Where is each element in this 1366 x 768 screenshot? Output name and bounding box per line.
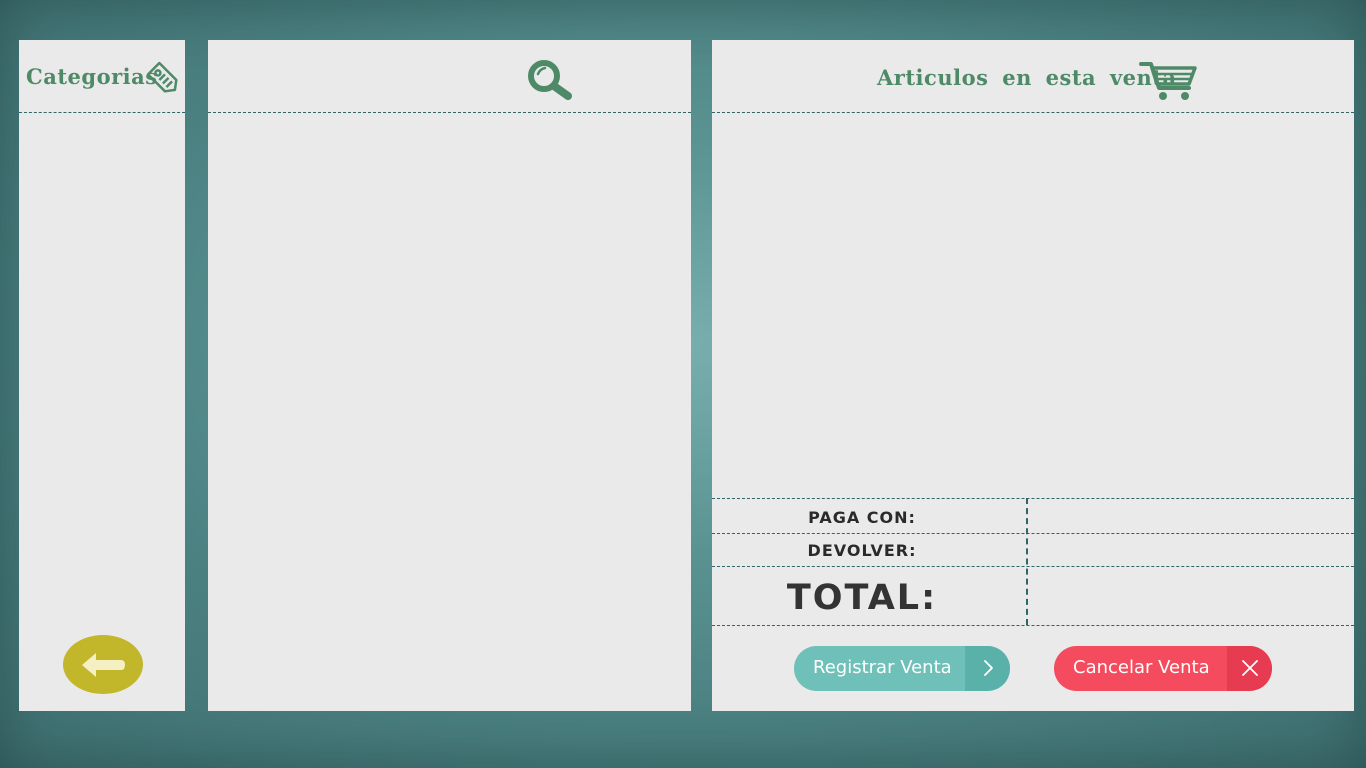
devolver-row: DEVOLVER: [712, 533, 1354, 567]
sale-title: Articulos en esta venta [877, 65, 1177, 90]
paga-con-label: PAGA CON: [808, 508, 916, 527]
summary-divider [1026, 498, 1028, 625]
categories-title: Categorias [26, 64, 158, 89]
paga-con-row: PAGA CON: [712, 498, 1354, 533]
shopping-cart-icon [1139, 62, 1197, 100]
devolver-label: DEVOLVER: [807, 541, 917, 560]
sale-panel: Articulos en esta venta PAGA CON: DEVOLV… [712, 40, 1354, 711]
chevron-right-icon [984, 660, 993, 676]
categories-panel: Categorias [19, 40, 185, 711]
price-tag-icon [147, 61, 178, 93]
register-sale-tail [965, 646, 1010, 691]
register-sale-button[interactable]: Registrar Venta [794, 646, 1010, 691]
arrow-left-icon [82, 653, 125, 677]
categories-header: Categorias [19, 40, 185, 113]
search-icon[interactable] [523, 58, 577, 102]
products-panel [208, 40, 691, 711]
cancel-sale-button[interactable]: Cancelar Venta [1054, 646, 1272, 691]
total-label: TOTAL: [786, 578, 938, 618]
sale-header: Articulos en esta venta [712, 40, 1354, 113]
register-sale-label: Registrar Venta [813, 657, 952, 678]
cancel-sale-tail [1227, 646, 1272, 691]
products-header [208, 40, 691, 113]
cancel-sale-label: Cancelar Venta [1073, 657, 1210, 678]
back-button[interactable] [63, 635, 143, 694]
close-icon [1242, 660, 1258, 676]
total-row: TOTAL: [712, 566, 1354, 626]
